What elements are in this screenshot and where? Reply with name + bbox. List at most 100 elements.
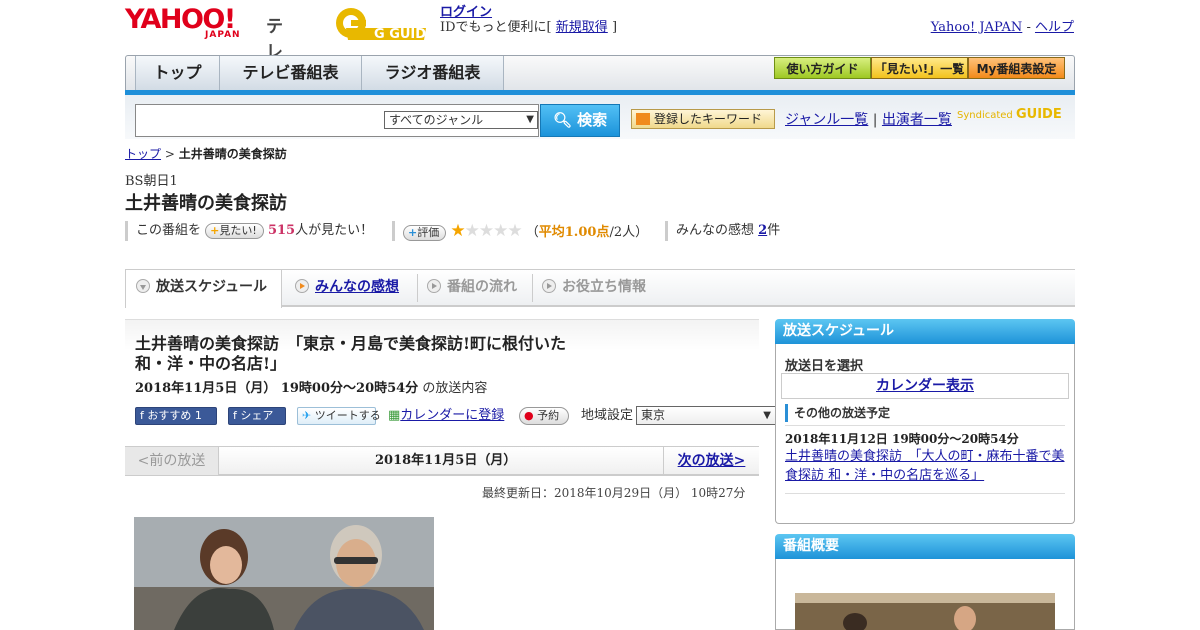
region-select-value: 東京: [641, 408, 666, 422]
tab-label: お役立ち情報: [562, 279, 646, 295]
tab-reviews[interactable]: みんなの感想: [295, 270, 399, 306]
want-button-label: 見たい!: [219, 223, 257, 237]
login-area: ログイン IDでもっと便利に[ 新規取得 ]: [440, 5, 617, 35]
genre-select-value: すべてのジャンル: [389, 113, 484, 127]
episode-datetime: 2018年11月5日（月） 19時00分～20時54分 の放送内容: [135, 377, 487, 396]
next-broadcast-cell: 次の放送>: [663, 447, 759, 475]
help-link[interactable]: ヘルプ: [1035, 20, 1074, 35]
breadcrumb-home[interactable]: トップ: [125, 147, 161, 161]
facebook-icon: f: [233, 409, 237, 422]
want-list-button[interactable]: 「見たい!」一覧: [871, 57, 968, 79]
top-links: Yahoo! JAPAN - ヘルプ: [931, 16, 1074, 35]
login-link[interactable]: ログイン: [440, 5, 492, 20]
tab-divider: [417, 274, 418, 302]
tab-useful-info[interactable]: お役立ち情報: [542, 270, 646, 306]
yahoo-logo-text: YAHOO!: [125, 4, 236, 35]
cast-list-link[interactable]: 出演者一覧: [882, 112, 952, 128]
meta-divider: [665, 221, 668, 241]
nav-tab-tv-schedule[interactable]: テレビ番組表: [220, 56, 362, 93]
play-arrow-icon: [542, 279, 556, 293]
tab-label: 番組の流れ: [447, 279, 517, 295]
meta-divider: [125, 221, 128, 241]
tab-schedule[interactable]: 放送スケジュール: [125, 270, 282, 308]
breadcrumb: トップ > 土井善晴の美食探訪: [125, 145, 287, 162]
genre-list-link[interactable]: ジャンル一覧: [785, 112, 868, 128]
average-rating: 平均1.00点: [538, 225, 610, 240]
nav-tab-top[interactable]: トップ: [135, 56, 220, 93]
breadcrumb-current: 土井善晴の美食探訪: [178, 147, 287, 161]
page-title: 土井善晴の美食探訪: [125, 193, 287, 214]
plus-icon: +: [210, 223, 220, 237]
search-link-separator: |: [872, 112, 878, 128]
global-nav: トップ テレビ番組表 ラジオ番組表 使い方ガイド 「見たい!」一覧 My番組表設…: [125, 55, 1075, 93]
region-label: 地域設定: [581, 408, 634, 423]
star-empty-icon: ★: [464, 221, 480, 241]
facebook-share-button[interactable]: f シェア: [228, 407, 286, 425]
gguide-logo: G GUIDE: [334, 6, 435, 42]
program-tabs: 放送スケジュール みんなの感想 番組の流れ お役立ち情報: [125, 269, 1075, 308]
recommend-label: おすすめ: [147, 409, 192, 422]
calendar-register-link[interactable]: カレンダーに登録: [400, 408, 504, 423]
registered-keyword-label: 登録したキーワード: [654, 112, 763, 126]
other-broadcasts-header: その他の放送予定: [785, 404, 1065, 422]
login-note: IDでもっと便利に[: [440, 20, 552, 35]
syndicated-logo-text: GUIDE: [1015, 107, 1062, 122]
calendar-display-link[interactable]: カレンダー表示: [876, 378, 974, 394]
recommend-count: 1: [194, 409, 202, 422]
tab-program-flow[interactable]: 番組の流れ: [427, 270, 517, 306]
calendar-add-icon: ▦: [388, 408, 401, 423]
facebook-icon: f: [140, 409, 144, 422]
share-label: シェア: [240, 409, 274, 422]
star-empty-icon: ★: [493, 221, 508, 241]
my-schedule-settings-button[interactable]: My番組表設定: [968, 57, 1065, 79]
rating-count: /2人: [609, 225, 636, 240]
signup-link[interactable]: 新規取得: [556, 20, 608, 35]
sidebar-overview-header: 番組概要: [775, 534, 1075, 559]
tweet-label: ツイートする: [314, 409, 381, 422]
episode-datetime-suffix: の放送内容: [422, 381, 488, 396]
select-day-label: 放送日を選択: [785, 359, 864, 374]
nav-tab-radio-schedule[interactable]: ラジオ番組表: [362, 56, 504, 93]
reserve-label: 予約: [537, 409, 560, 422]
meta-divider: [392, 221, 395, 241]
other-broadcast-link[interactable]: 土井善晴の美食探訪 「大人の町・麻布十番で美食探訪 和・洋・中の名店を巡る」: [785, 449, 1065, 483]
other-broadcast-datetime: 2018年11月12日 19時00分～20時54分: [785, 432, 1019, 446]
star-filled-icon: ★: [450, 221, 465, 241]
record-dot-icon: ●: [524, 409, 534, 422]
want-button[interactable]: +見たい!: [205, 222, 264, 239]
play-arrow-icon: [427, 279, 441, 293]
facebook-recommend-button[interactable]: f おすすめ 1: [135, 407, 217, 425]
reviews-section: みんなの感想 2件: [676, 221, 780, 241]
episode-title: 土井善晴の美食探訪 「東京・月島で美食探訪!町に根付いた和・洋・中の名店!」: [135, 334, 567, 373]
chevron-down-icon: ▼: [526, 114, 534, 125]
reviews-prefix: みんなの感想: [676, 223, 755, 238]
dropdown-arrow-icon: [636, 113, 650, 125]
star-empty-icon: ★: [478, 221, 494, 241]
next-broadcast-link[interactable]: 次の放送>: [678, 453, 746, 469]
reviews-count-link[interactable]: 2: [758, 223, 767, 238]
reserve-button[interactable]: ● 予約: [519, 407, 569, 425]
star-empty-icon: ★: [507, 221, 522, 241]
genre-select[interactable]: すべてのジャンル ▼: [384, 111, 538, 129]
calendar-register[interactable]: ▦カレンダーに登録: [388, 407, 504, 425]
top-link-separator: -: [1022, 20, 1035, 35]
tab-label: 放送スケジュール: [156, 279, 268, 295]
guide-button[interactable]: 使い方ガイド: [774, 57, 871, 79]
broadcast-pager: <前の放送 2018年11月5日（月） 次の放送>: [125, 446, 759, 476]
divider: [785, 425, 1065, 426]
tweet-button[interactable]: ✈ ツイートする: [297, 407, 381, 425]
calendar-display-button[interactable]: カレンダー表示: [781, 373, 1069, 399]
yahoo-tv-logo[interactable]: YAHOO! JAPAN テレビ: [125, 4, 283, 88]
tab-label: みんなの感想: [315, 279, 399, 295]
search-button[interactable]: 🔍︎ 検索: [540, 104, 620, 137]
syndicated-gguide-logo: Syndicated GUIDE: [957, 103, 1067, 127]
chevron-down-icon: [136, 279, 150, 293]
play-arrow-icon: [295, 279, 309, 293]
rate-button[interactable]: +評価: [403, 224, 447, 241]
divider: [785, 493, 1065, 494]
registered-keyword-button[interactable]: 登録したキーワード: [631, 109, 775, 129]
gguide-logo-text: G GUIDE: [374, 27, 434, 42]
login-note-end: ]: [611, 20, 618, 35]
yahoo-japan-link[interactable]: Yahoo! JAPAN: [931, 20, 1023, 35]
region-select[interactable]: 東京 ▼: [636, 406, 776, 425]
